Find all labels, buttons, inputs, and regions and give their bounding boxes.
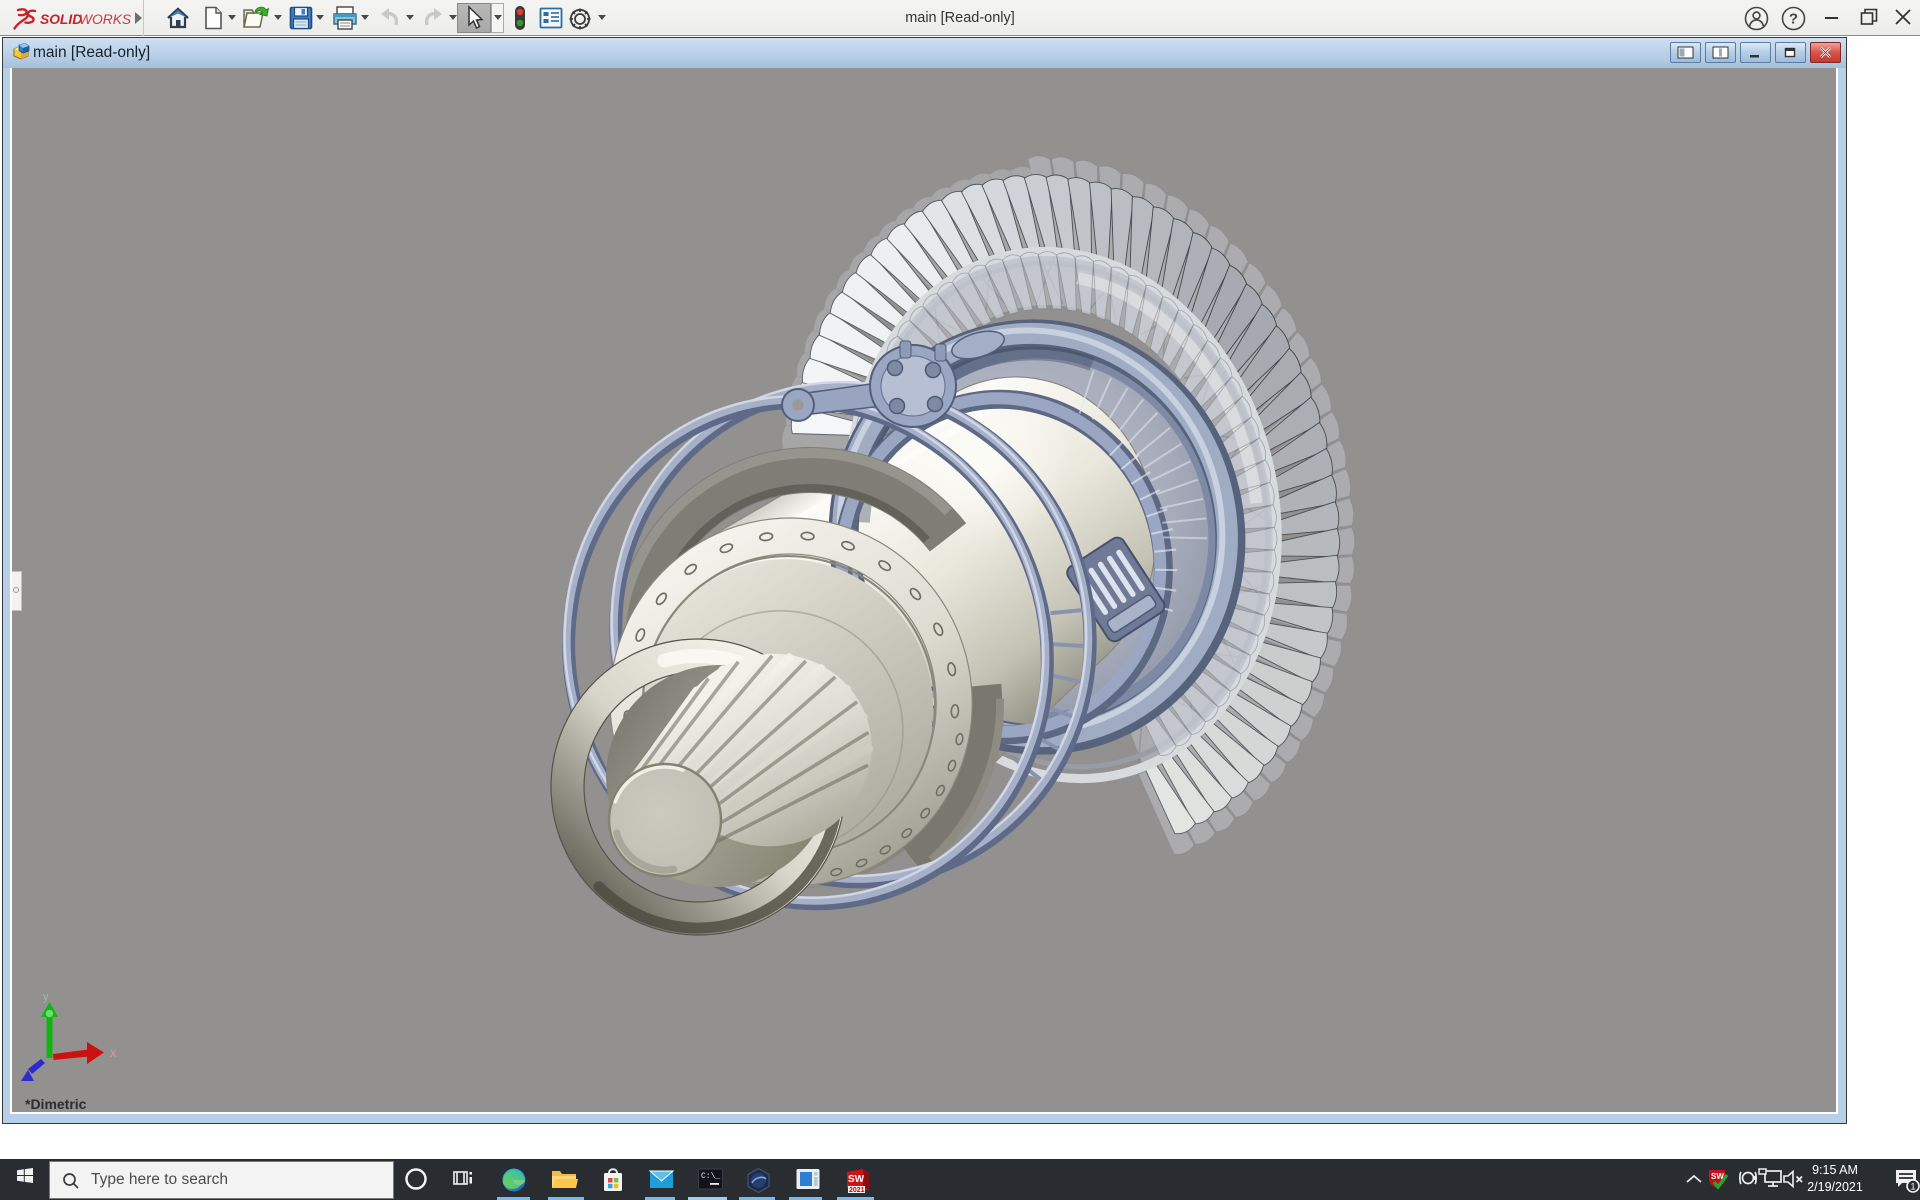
svg-text:x: x	[110, 1045, 117, 1060]
svg-text:?: ?	[1789, 11, 1798, 28]
svg-text:y: y	[43, 993, 49, 1003]
svg-text:SW: SW	[848, 1174, 865, 1185]
svg-text:C:\_: C:\_	[701, 1172, 720, 1181]
svg-text:2021: 2021	[849, 1187, 865, 1194]
svg-text:1: 1	[1910, 1182, 1915, 1192]
